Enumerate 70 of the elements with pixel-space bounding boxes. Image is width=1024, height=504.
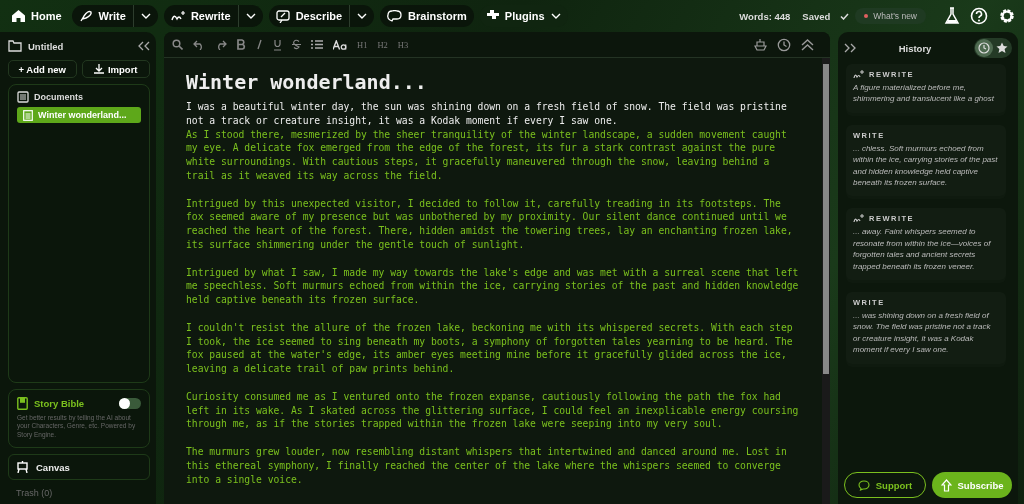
story-paragraph: I was a beautiful winter day, the sun was shining down on a fresh field of snow. The field was pristine not a track or creature insight, it was a Kodak moment if every I saw one. [186, 100, 788, 128]
import-button[interactable]: Import [81, 60, 150, 78]
history-excerpt: ... away. Faint whispers seemed to resonate from within the ice—voices of forgotten tales and ancient secrets trapped beneath its frozen veneer. [853, 226, 992, 273]
chevron-down-icon [550, 13, 561, 19]
undo-icon[interactable] [193, 39, 205, 50]
history-excerpt: A figure materialized before me, shimmering and translucent like a ghost [853, 82, 995, 105]
word-count: Words: 448 [739, 10, 791, 22]
collapse-up-icon[interactable] [801, 38, 814, 51]
font-size-icon[interactable] [333, 39, 347, 50]
clock-icon [978, 42, 990, 54]
download-icon [93, 64, 104, 74]
sparkle-pen-icon [853, 214, 864, 224]
tool-button[interactable]: Rewrite [163, 5, 238, 27]
list-icon[interactable] [311, 40, 323, 49]
history-title: History [897, 42, 933, 54]
story-paragraph: I couldn't resist the allure of the frozen lake, beckoning me with its whispered secrets. With each step I took, the ice seemed to sing beneath my boots, a symphony of forgotten tales yearning to be heard. The fox paused at the water's edge, its amber eyes meeting mine before it gracefully glided across the ice, leaving a delicate trail of paw prints behind. [186, 320, 794, 376]
folder-icon [8, 40, 22, 52]
story-bible-toggle[interactable] [119, 397, 141, 409]
help-icon[interactable] [970, 7, 988, 25]
document-title: Winter wonderland... [186, 70, 428, 94]
story-paragraph: As I stood there, mesmerized by the sheer tranquility of the winter landscape, a sudden movement caught my eye. A delicate fox emerged from the edge of the forest, its fur a stark contrast against the pure white surroundings. With cautious steps, it gracefully maneuvered through the snow, leaving behind a trail as it weaved its way across the field. [186, 127, 788, 183]
settings-icon[interactable] [998, 7, 1016, 25]
ship-icon[interactable] [754, 38, 767, 51]
star-icon [996, 42, 1008, 54]
flask-icon[interactable] [944, 7, 960, 25]
history-excerpt: ... was shining down on a fresh field of snow. The field was pristine not a track or creature insight, it was a Kodak moment if every I saw one. [853, 310, 992, 356]
italic-icon[interactable] [256, 39, 263, 50]
bold-icon[interactable] [237, 39, 246, 50]
sparkle-pen-icon [853, 70, 864, 79]
pen-icon [78, 10, 93, 22]
collapse-icon[interactable] [138, 41, 150, 51]
saved-status: Saved [802, 10, 831, 22]
clock-tab[interactable] [975, 39, 993, 57]
story-paragraph: The murmurs grew louder, now resembling distant whispers that intertwined and danced around me. Lost in this ethereal symphony, I finally reached the center of the lake where the whispers seemed to converge into a single voice. [186, 444, 788, 487]
redo-icon[interactable] [215, 39, 227, 50]
whats-new-button[interactable]: What's new [855, 8, 926, 24]
describe-icon [275, 9, 290, 23]
search-icon[interactable] [172, 39, 183, 50]
home-button[interactable]: Home [8, 5, 66, 27]
heading-button[interactable]: H2 [377, 39, 388, 50]
chevron-down-icon [140, 13, 151, 19]
tool-button[interactable]: Describe [268, 5, 350, 27]
expand-icon[interactable] [844, 43, 856, 53]
strikethrough-icon[interactable] [292, 39, 301, 50]
heading-button[interactable]: H1 [357, 39, 368, 50]
story-paragraph: Curiosity consumed me as I ventured onto the frozen expanse, cautiously following the path the fox had left in its wake. As I skated across the glittering surface, I could feel an inexplicable energy coursing through me, as if the stories trapped within the frozen lake were seeping into my very soul. [186, 389, 800, 432]
story-paragraph: Intrigued by what I saw, I made my way towards the lake's edge and was met with a surreal scene that left me speechless. Soft murmurs echoed from within the ice, carrying stories of the past and hidden knowledge held captive beneath its frozen surface. [186, 265, 800, 307]
chevron-down-icon [357, 13, 368, 19]
scrollbar[interactable] [822, 58, 830, 504]
history-icon[interactable] [777, 37, 791, 52]
checkmark-icon [840, 12, 850, 20]
canvas-button[interactable]: Canvas [8, 454, 150, 480]
project-title: Untitled [28, 40, 65, 52]
tool-button[interactable]: Write [71, 5, 133, 27]
puzzle-icon [486, 10, 499, 22]
sparkle-pen-icon [170, 10, 185, 22]
document-icon [23, 109, 33, 121]
add-new-button[interactable]: + Add new [8, 60, 77, 78]
chat-icon [857, 479, 870, 491]
document-icon [17, 91, 29, 103]
heading-button[interactable]: H3 [397, 39, 409, 50]
underline-icon[interactable] [273, 38, 282, 51]
story-paragraph: Intrigued by this unexpected visitor, I decided to follow it, carefully treading in its footsteps. The fox seemed aware of my presence but was unbothered by my proximity. Our silent dance continued until we reached the heart of the forest. There, hidden amidst the towering trees, lay an enchanting frozen lake, its surface shimmering under the gentle touch of sunlight. [186, 196, 794, 252]
chevron-down-icon [245, 13, 256, 19]
easel-icon [17, 461, 28, 473]
tool-button[interactable]: Brainstorm [380, 5, 474, 27]
documents-label: Documents [34, 92, 83, 102]
story-bible-title: Story Bible [34, 397, 86, 409]
home-icon [12, 10, 25, 22]
history-excerpt: ... chless. Soft murmurs echoed from within the ice, carrying stories of the past and hidden knowledge held captive beneath its frozen surface. [853, 142, 999, 189]
